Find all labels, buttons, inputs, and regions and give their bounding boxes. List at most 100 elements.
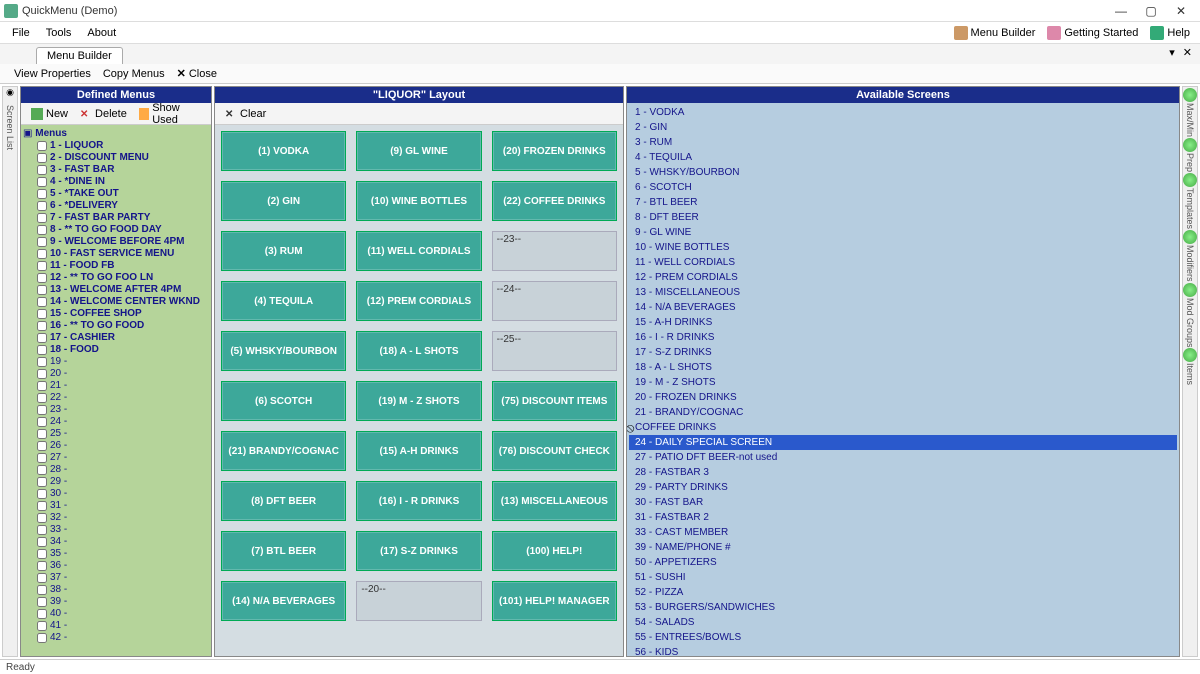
available-screen-item[interactable]: 11 - WELL CORDIALS xyxy=(629,255,1177,270)
right-rail-expand-button[interactable] xyxy=(1183,173,1197,187)
right-rail-label[interactable]: Mod Groups xyxy=(1185,298,1195,348)
link-help[interactable]: Help xyxy=(1144,24,1196,42)
tree-item[interactable]: 24 - xyxy=(23,416,209,428)
layout-button[interactable]: (3) RUM xyxy=(221,231,346,271)
layout-button[interactable]: (12) PREM CORDIALS xyxy=(356,281,481,321)
right-rail-label[interactable]: Items xyxy=(1185,363,1195,385)
tree-item[interactable]: 14 - WELCOME CENTER WKND xyxy=(23,296,209,308)
tree-item-checkbox[interactable] xyxy=(37,633,47,643)
tree-item-checkbox[interactable] xyxy=(37,141,47,151)
layout-button[interactable]: (13) MISCELLANEOUS xyxy=(492,481,617,521)
right-rail-label[interactable]: Modifiers xyxy=(1185,245,1195,282)
right-rail-expand-button[interactable] xyxy=(1183,138,1197,152)
tree-item-checkbox[interactable] xyxy=(37,381,47,391)
tree-item-checkbox[interactable] xyxy=(37,201,47,211)
available-screen-item[interactable]: 56 - KIDS xyxy=(629,645,1177,656)
available-screen-item[interactable]: 18 - A - L SHOTS xyxy=(629,360,1177,375)
tree-item[interactable]: 29 - xyxy=(23,476,209,488)
right-rail-expand-button[interactable] xyxy=(1183,283,1197,297)
btn-close[interactable]: ✕Close xyxy=(171,65,223,82)
layout-button[interactable]: (5) WHSKY/BOURBON xyxy=(221,331,346,371)
available-screen-item[interactable]: COFFEE DRINKS xyxy=(629,420,1177,435)
tree-item[interactable]: 7 - FAST BAR PARTY xyxy=(23,212,209,224)
tree-item-checkbox[interactable] xyxy=(37,429,47,439)
tree-item[interactable]: 38 - xyxy=(23,584,209,596)
tab-dropdown-button[interactable]: ▾ xyxy=(1167,46,1177,59)
tree-item[interactable]: 22 - xyxy=(23,392,209,404)
available-screen-item[interactable]: 28 - FASTBAR 3 xyxy=(629,465,1177,480)
maximize-button[interactable]: ▢ xyxy=(1136,2,1166,20)
right-rail-expand-button[interactable] xyxy=(1183,230,1197,244)
btn-clear-layout[interactable]: Clear xyxy=(219,106,272,122)
tree-item-checkbox[interactable] xyxy=(37,321,47,331)
available-screen-item[interactable]: 19 - M - Z SHOTS xyxy=(629,375,1177,390)
layout-button[interactable]: (10) WINE BOTTLES xyxy=(356,181,481,221)
tree-item[interactable]: 31 - xyxy=(23,500,209,512)
available-screen-item[interactable]: 50 - APPETIZERS xyxy=(629,555,1177,570)
minimize-button[interactable]: — xyxy=(1106,2,1136,20)
tree-item[interactable]: 42 - xyxy=(23,632,209,644)
tree-item-checkbox[interactable] xyxy=(37,597,47,607)
tree-item-checkbox[interactable] xyxy=(37,249,47,259)
tree-item[interactable]: 20 - xyxy=(23,368,209,380)
tree-item[interactable]: 40 - xyxy=(23,608,209,620)
tree-item-checkbox[interactable] xyxy=(37,225,47,235)
available-screen-item[interactable]: 31 - FASTBAR 2 xyxy=(629,510,1177,525)
tree-item[interactable]: 2 - DISCOUNT MENU xyxy=(23,152,209,164)
layout-empty-slot[interactable]: --24-- xyxy=(492,281,617,321)
tab-menu-builder[interactable]: Menu Builder xyxy=(36,47,123,64)
tree-item[interactable]: 36 - xyxy=(23,560,209,572)
tree-item-checkbox[interactable] xyxy=(37,357,47,367)
defined-menus-tree[interactable]: Menus 1 - LIQUOR2 - DISCOUNT MENU3 - FAS… xyxy=(21,125,211,656)
tree-item[interactable]: 5 - *TAKE OUT xyxy=(23,188,209,200)
right-rail-label[interactable]: Max/Min xyxy=(1185,103,1195,137)
layout-button[interactable]: (15) A-H DRINKS xyxy=(356,431,481,471)
tree-item[interactable]: 34 - xyxy=(23,536,209,548)
tree-item[interactable]: 15 - COFFEE SHOP xyxy=(23,308,209,320)
btn-copy-menus[interactable]: Copy Menus xyxy=(97,66,171,82)
tree-item[interactable]: 21 - xyxy=(23,380,209,392)
tree-item-checkbox[interactable] xyxy=(37,153,47,163)
tree-item[interactable]: 35 - xyxy=(23,548,209,560)
tree-item[interactable]: 9 - WELCOME BEFORE 4PM xyxy=(23,236,209,248)
tree-item[interactable]: 28 - xyxy=(23,464,209,476)
left-rail-expand-button[interactable]: ◉ xyxy=(3,87,17,101)
available-screen-item[interactable]: 51 - SUSHI xyxy=(629,570,1177,585)
tree-item-checkbox[interactable] xyxy=(37,273,47,283)
right-rail-expand-button[interactable] xyxy=(1183,88,1197,102)
tree-item-checkbox[interactable] xyxy=(37,177,47,187)
available-screen-item[interactable]: 29 - PARTY DRINKS xyxy=(629,480,1177,495)
tree-item-checkbox[interactable] xyxy=(37,405,47,415)
tree-item[interactable]: 8 - ** TO GO FOOD DAY xyxy=(23,224,209,236)
layout-button[interactable]: (20) FROZEN DRINKS xyxy=(492,131,617,171)
tree-item-checkbox[interactable] xyxy=(37,237,47,247)
tree-item[interactable]: 37 - xyxy=(23,572,209,584)
link-menu-builder[interactable]: Menu Builder xyxy=(948,24,1042,42)
tree-item-checkbox[interactable] xyxy=(37,309,47,319)
tree-item[interactable]: 27 - xyxy=(23,452,209,464)
tree-item-checkbox[interactable] xyxy=(37,621,47,631)
layout-button[interactable]: (7) BTL BEER xyxy=(221,531,346,571)
menu-file[interactable]: File xyxy=(4,25,38,41)
available-screen-item[interactable]: 27 - PATIO DFT BEER-not used xyxy=(629,450,1177,465)
tree-item-checkbox[interactable] xyxy=(37,585,47,595)
right-rail-expand-button[interactable] xyxy=(1183,348,1197,362)
layout-button[interactable]: (14) N/A BEVERAGES xyxy=(221,581,346,621)
layout-button[interactable]: (21) BRANDY/COGNAC xyxy=(221,431,346,471)
btn-delete-menu[interactable]: Delete xyxy=(74,106,133,122)
layout-button[interactable]: (101) HELP! MANAGER xyxy=(492,581,617,621)
tree-item[interactable]: 1 - LIQUOR xyxy=(23,140,209,152)
layout-button[interactable]: (11) WELL CORDIALS xyxy=(356,231,481,271)
tree-item-checkbox[interactable] xyxy=(37,417,47,427)
layout-button[interactable]: (8) DFT BEER xyxy=(221,481,346,521)
available-screen-item[interactable]: 2 - GIN xyxy=(629,120,1177,135)
available-screen-item[interactable]: 14 - N/A BEVERAGES xyxy=(629,300,1177,315)
tree-item-checkbox[interactable] xyxy=(37,261,47,271)
tree-item-checkbox[interactable] xyxy=(37,393,47,403)
tree-item-checkbox[interactable] xyxy=(37,513,47,523)
tree-item[interactable]: 13 - WELCOME AFTER 4PM xyxy=(23,284,209,296)
link-getting-started[interactable]: Getting Started xyxy=(1041,24,1144,42)
tree-item[interactable]: 26 - xyxy=(23,440,209,452)
available-screen-item[interactable]: 24 - DAILY SPECIAL SCREEN xyxy=(629,435,1177,450)
available-screen-item[interactable]: 16 - I - R DRINKS xyxy=(629,330,1177,345)
